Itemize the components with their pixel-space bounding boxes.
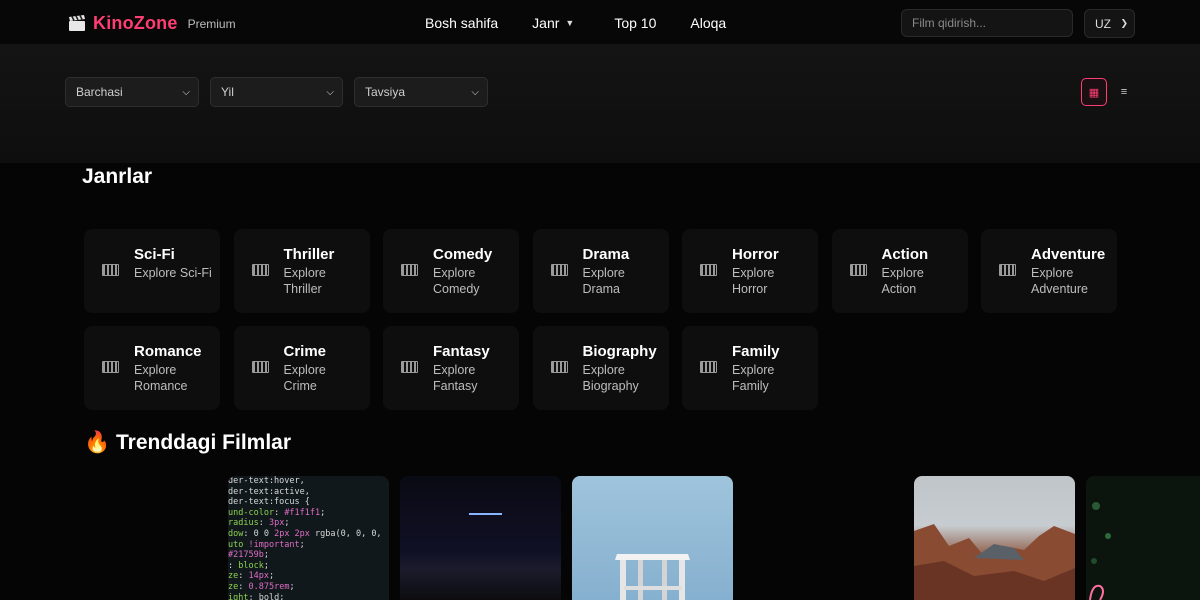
film-icon	[550, 264, 568, 276]
genre-name: Fantasy	[433, 343, 490, 360]
genre-name: Biography	[582, 343, 657, 360]
film-icon	[401, 264, 418, 276]
nav-home[interactable]: Bosh sahifa	[425, 15, 498, 31]
list-icon: ≡	[1120, 86, 1128, 98]
list-view-button[interactable]: ≡	[1111, 78, 1137, 106]
chevron-down-icon: ⌵	[471, 86, 479, 98]
clapperboard-icon	[68, 14, 88, 33]
genres-title: Janrlar	[82, 165, 153, 188]
main-nav: Bosh sahifa Janr ▼ Top 10 Aloqa	[425, 15, 726, 31]
film-icon	[700, 361, 717, 373]
nav-contact[interactable]: Aloqa	[690, 15, 726, 31]
film-icon	[849, 264, 867, 276]
genre-description: Explore Biography	[582, 363, 639, 393]
language-value: UZ	[1095, 16, 1111, 31]
genre-card-crime[interactable]: Crime Explore Crime	[233, 326, 370, 410]
genre-card-drama[interactable]: Drama Explore Drama	[532, 229, 669, 313]
poster-mountain-image	[914, 524, 1075, 600]
film-icon	[102, 361, 119, 373]
grid-icon: ▦	[1088, 86, 1100, 99]
genre-card-family[interactable]: Family Explore Family	[682, 326, 818, 410]
genre-description: Explore Horror	[732, 266, 775, 296]
film-icon	[700, 264, 717, 276]
genre-description: Explore Romance	[134, 363, 188, 393]
genre-card-sci-fi[interactable]: Sci-Fi Explore Sci-Fi	[84, 229, 220, 313]
genre-card-action[interactable]: Action Explore Action	[831, 229, 968, 313]
nav-top10[interactable]: Top 10	[614, 15, 656, 31]
chevron-down-icon: ⌵	[326, 86, 334, 98]
genre-name: Horror	[732, 246, 779, 263]
fire-icon: 🔥	[84, 431, 111, 454]
poster-code-image: der-text:hover, der-text:active, der-tex…	[228, 476, 382, 600]
poster-neon-image	[1086, 476, 1200, 600]
genre-description: Explore Action	[881, 266, 924, 296]
film-icon	[251, 264, 269, 276]
film-icon	[102, 264, 119, 276]
genre-name: Family	[732, 343, 780, 360]
movie-poster[interactable]: der-text:hover, der-text:active, der-tex…	[228, 476, 389, 600]
language-select[interactable]: UZ ❯	[1084, 9, 1135, 38]
genre-description: Explore Family	[732, 363, 775, 393]
poster-stool-image	[615, 554, 690, 600]
genre-name: Sci-Fi	[134, 246, 175, 263]
genre-name: Crime	[283, 343, 327, 360]
genre-description: Explore Sci-Fi	[134, 266, 212, 280]
genre-card-thriller[interactable]: Thriller Explore Thriller	[233, 229, 370, 313]
trending-title: 🔥 Trenddagi Filmlar	[84, 431, 291, 455]
poster-light-line	[469, 513, 502, 515]
search-input[interactable]	[901, 9, 1073, 37]
genre-description: Explore Crime	[283, 363, 326, 393]
genre-description: Explore Fantasy	[433, 363, 478, 393]
nav-genre-label: Janr	[532, 15, 560, 31]
chevron-down-icon: ❯	[1120, 18, 1128, 28]
genre-description: Explore Thriller	[283, 266, 326, 296]
genre-name: Adventure	[1031, 246, 1106, 263]
movie-poster[interactable]	[743, 476, 904, 600]
sort-value: Tavsiya	[365, 85, 406, 99]
film-icon	[550, 361, 568, 373]
year-select[interactable]: Yil ⌵	[210, 77, 343, 107]
trending-title-text: Trenddagi Filmlar	[116, 431, 292, 454]
tier-label: Premium	[187, 16, 236, 31]
genre-description: Explore Drama	[582, 266, 625, 296]
genre-card-horror[interactable]: Horror Explore Horror	[682, 229, 818, 313]
genre-card-romance[interactable]: Romance Explore Romance	[84, 326, 220, 410]
genre-card-adventure[interactable]: Adventure Explore Adventure	[981, 229, 1117, 313]
movie-poster[interactable]	[1086, 476, 1200, 600]
genre-description: Explore Adventure	[1031, 266, 1088, 296]
genre-name: Romance	[134, 343, 202, 360]
genre-description: Explore Comedy	[433, 266, 480, 296]
genre-card-biography[interactable]: Biography Explore Biography	[532, 326, 669, 410]
movie-poster[interactable]	[400, 476, 561, 600]
nav-genre[interactable]: Janr ▼	[532, 15, 574, 31]
movie-poster[interactable]	[914, 476, 1075, 600]
genre-card-fantasy[interactable]: Fantasy Explore Fantasy	[383, 326, 519, 410]
film-icon	[251, 361, 269, 373]
film-icon	[999, 264, 1016, 276]
logo[interactable]: KinoZone Premium	[68, 13, 236, 34]
brand-name: KinoZone	[93, 13, 178, 33]
chevron-down-icon: ⌵	[182, 86, 190, 98]
genre-name: Thriller	[283, 246, 335, 263]
caret-down-icon: ▼	[565, 18, 575, 28]
genre-name: Drama	[582, 246, 630, 263]
category-select[interactable]: Barchasi ⌵	[65, 77, 199, 107]
genre-name: Action	[881, 246, 929, 263]
genre-name: Comedy	[433, 246, 493, 263]
year-value: Yil	[221, 85, 234, 99]
grid-view-button[interactable]: ▦	[1081, 78, 1107, 106]
genre-card-comedy[interactable]: Comedy Explore Comedy	[383, 229, 519, 313]
sort-select[interactable]: Tavsiya ⌵	[354, 77, 488, 107]
film-icon	[401, 361, 418, 373]
category-value: Barchasi	[76, 85, 123, 99]
movie-poster[interactable]	[572, 476, 733, 600]
